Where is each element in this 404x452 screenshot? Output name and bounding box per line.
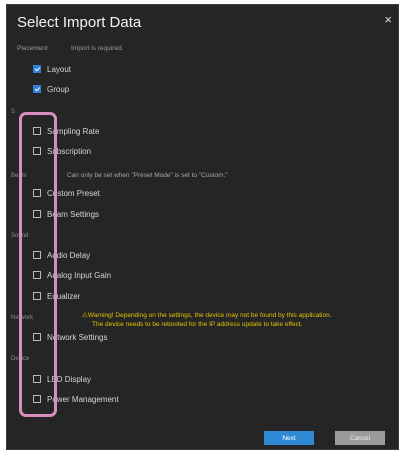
close-icon[interactable]: × [384,12,392,27]
warning-line-1: ⚠Warning! Depending on the settings, the… [82,312,332,319]
group-checkbox[interactable] [33,85,41,93]
custom-preset-note: Can only be set when "Preset Mode" is se… [67,172,228,179]
group-option[interactable]: Group [33,83,69,95]
select-import-data-dialog: Select Import Data × Placement Import is… [6,4,399,450]
cancel-button[interactable]: Cancel [335,431,385,445]
layout-checkbox[interactable] [33,65,41,73]
section-label-s: S [11,109,16,115]
network-warning: ⚠Warning! Depending on the settings, the… [82,311,332,329]
layout-option[interactable]: Layout [33,63,71,75]
checkbox-column-highlight [19,112,57,417]
import-required-note: Import is required. [71,45,124,52]
placement-label: Placement [17,45,48,52]
power-management-label: Power Management [47,394,119,404]
layout-label: Layout [47,64,72,74]
next-button[interactable]: Next [264,431,314,445]
dialog-title: Select Import Data [17,14,142,31]
dialog-footer: Next Cancel [7,429,398,449]
group-label: Group [47,84,70,94]
warning-line-2: The device needs to be rebooted for the … [92,321,303,328]
